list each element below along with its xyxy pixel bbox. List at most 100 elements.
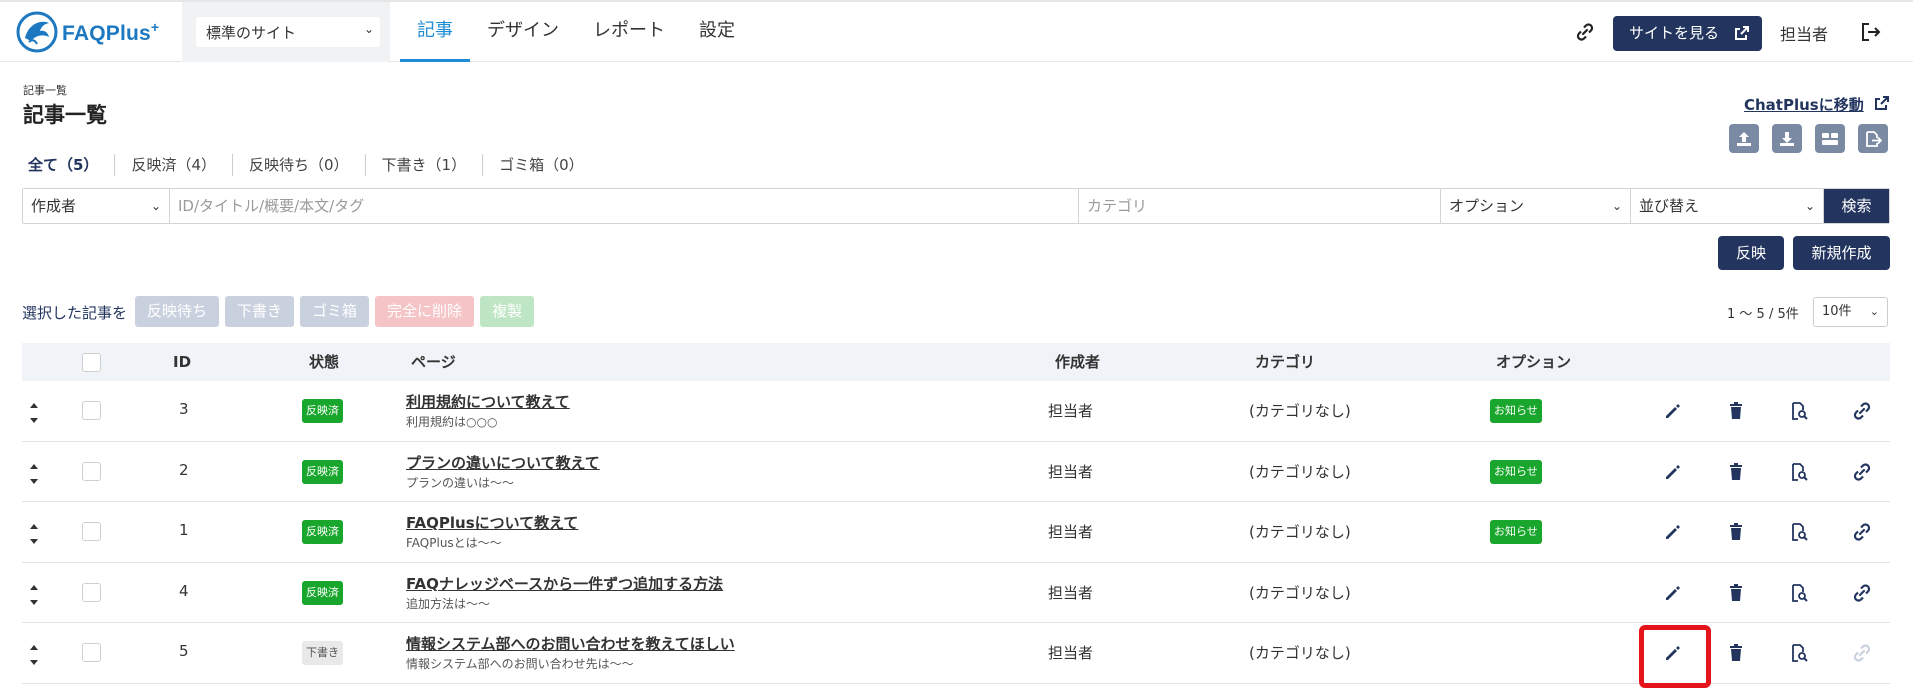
site-select[interactable]: 標準のサイト ⌄ <box>196 17 380 47</box>
trash-icon[interactable] <box>1726 583 1746 603</box>
trash-icon[interactable] <box>1726 643 1746 663</box>
publish-button[interactable]: 反映 <box>1718 236 1784 270</box>
header-category[interactable]: カテゴリ <box>1255 343 1315 381</box>
article-summary: 追加方法は～～ <box>406 596 491 611</box>
nav-design[interactable]: デザイン <box>470 2 576 62</box>
article-title-link[interactable]: FAQナレッジベースから一件ずつ追加する方法 <box>406 573 723 594</box>
tab-all[interactable]: 全て（5） <box>22 154 116 176</box>
table-row[interactable]: 2 反映済 プランの違いについて教えて プランの違いは～～ 担当者 (カテゴリな… <box>22 442 1890 502</box>
row-author: 担当者 <box>1048 523 1094 541</box>
table-row[interactable]: 4 反映済 FAQナレッジベースから一件ずつ追加する方法 追加方法は～～ 担当者… <box>22 563 1890 623</box>
logout-icon[interactable] <box>1860 21 1882 43</box>
article-title-link[interactable]: 情報システム部へのお問い合わせを教えてほしい <box>406 633 735 654</box>
sort-icon[interactable] <box>28 402 40 424</box>
sort-icon[interactable] <box>28 644 40 666</box>
preview-icon[interactable] <box>1789 522 1809 542</box>
header-id[interactable]: ID <box>173 343 191 381</box>
sort-icon[interactable] <box>28 463 40 485</box>
sort-select[interactable]: 並び替え ⌄ <box>1631 189 1824 223</box>
edit-icon[interactable] <box>1663 583 1683 603</box>
header-status[interactable]: 状態 <box>309 343 339 381</box>
bulk-actions: 反映待ち 下書き ゴミ箱 完全に削除 複製 <box>135 296 535 327</box>
trash-icon[interactable] <box>1726 462 1746 482</box>
external-link-icon[interactable] <box>1874 95 1890 111</box>
edit-icon[interactable] <box>1663 522 1683 542</box>
copy-link-icon[interactable] <box>1852 462 1872 482</box>
row-checkbox[interactable] <box>82 401 101 420</box>
status-tabs: 全て（5） 反映済（4） 反映待ち（0） 下書き（1） ゴミ箱（0） <box>22 154 609 176</box>
edit-icon[interactable] <box>1663 462 1683 482</box>
article-summary: 利用規約は○○○ <box>406 415 498 429</box>
main-nav: 記事 デザイン レポート 設定 <box>400 2 752 62</box>
nav-report[interactable]: レポート <box>576 2 682 62</box>
article-title-link[interactable]: プランの違いについて教えて <box>406 452 600 473</box>
app-header: FAQPlus+ 標準のサイト ⌄ 記事 デザイン レポート 設定 サイトを見る… <box>0 0 1913 62</box>
copy-link-icon[interactable] <box>1852 522 1872 542</box>
export-button[interactable] <box>1858 124 1888 153</box>
keyword-input[interactable]: ID/タイトル/概要/本文/タグ <box>170 189 1079 223</box>
row-author: 担当者 <box>1048 462 1094 481</box>
highlight-box <box>1639 625 1711 688</box>
tab-draft[interactable]: 下書き（1） <box>375 154 484 176</box>
trash-icon[interactable] <box>1726 401 1746 421</box>
row-checkbox[interactable] <box>82 522 101 541</box>
tab-published[interactable]: 反映済（4） <box>124 154 233 176</box>
chatplus-link[interactable]: ChatPlusに移動 <box>1744 94 1864 115</box>
pagination-summary: 1 ～ 5 / 5件 <box>1727 307 1799 322</box>
article-title-link[interactable]: FAQPlusについて教えて <box>406 512 578 533</box>
preview-icon[interactable] <box>1789 643 1809 663</box>
nav-articles[interactable]: 記事 <box>400 2 470 62</box>
header-author[interactable]: 作成者 <box>1055 343 1100 381</box>
table-body: 3 反映済 利用規約について教えて 利用規約は○○○ 担当者 (カテゴリなし) … <box>22 381 1890 684</box>
category-input[interactable]: カテゴリ <box>1079 189 1441 223</box>
bulk-trash-button[interactable]: ゴミ箱 <box>300 296 370 327</box>
bulk-draft-button[interactable]: 下書き <box>225 296 295 327</box>
preview-icon[interactable] <box>1789 583 1809 603</box>
edit-icon[interactable] <box>1663 401 1683 421</box>
search-button[interactable]: 検索 <box>1824 189 1889 223</box>
table-row[interactable]: 3 反映済 利用規約について教えて 利用規約は○○○ 担当者 (カテゴリなし) … <box>22 381 1890 442</box>
tab-trash[interactable]: ゴミ箱（0） <box>492 154 600 176</box>
upload-button[interactable] <box>1729 124 1759 153</box>
sort-icon[interactable] <box>28 523 40 545</box>
sort-icon[interactable] <box>28 584 40 606</box>
logo-text: FAQPlus+ <box>62 18 160 45</box>
view-site-button[interactable]: サイトを見る <box>1613 16 1762 51</box>
row-checkbox[interactable] <box>82 461 101 481</box>
table-row[interactable]: 5 下書き 情報システム部へのお問い合わせを教えてほしい 情報システム部へのお問… <box>22 623 1890 684</box>
download-button[interactable] <box>1772 124 1802 153</box>
trash-icon[interactable] <box>1726 522 1746 542</box>
per-page-select[interactable]: 10件 ⌄ <box>1813 297 1888 327</box>
bulk-duplicate-button[interactable]: 複製 <box>480 296 535 327</box>
nav-settings[interactable]: 設定 <box>682 2 752 62</box>
row-id: 5 <box>179 642 189 660</box>
breadcrumb[interactable]: 記事一覧 <box>23 82 67 98</box>
faqplus-logo[interactable]: FAQPlus+ <box>16 10 159 54</box>
table-row[interactable]: 1 反映済 FAQPlusについて教えて FAQPlusとは～～ 担当者 (カテ… <box>22 502 1890 563</box>
option-select[interactable]: オプション ⌄ <box>1441 189 1631 223</box>
bulk-pending-button[interactable]: 反映待ち <box>135 296 220 327</box>
layout-button[interactable] <box>1815 124 1845 153</box>
new-article-button[interactable]: 新規作成 <box>1793 236 1890 270</box>
preview-icon[interactable] <box>1789 401 1809 421</box>
row-checkbox[interactable] <box>82 643 101 662</box>
status-badge: 反映済 <box>302 580 343 605</box>
header-page[interactable]: ページ <box>411 343 456 381</box>
tab-pending[interactable]: 反映待ち（0） <box>242 154 366 176</box>
copy-link-icon <box>1853 644 1871 662</box>
user-name[interactable]: 担当者 <box>1780 21 1828 45</box>
bulk-delete-button[interactable]: 完全に削除 <box>375 296 475 327</box>
copy-link-icon[interactable] <box>1852 583 1872 603</box>
row-category: (カテゴリなし) <box>1249 462 1351 481</box>
row-author: 担当者 <box>1048 583 1094 602</box>
select-all-checkbox[interactable] <box>82 353 101 372</box>
link-icon[interactable] <box>1574 21 1596 43</box>
preview-icon[interactable] <box>1789 462 1809 482</box>
status-badge: 反映済 <box>302 459 343 484</box>
row-checkbox[interactable] <box>82 582 101 602</box>
article-title-link[interactable]: 利用規約について教えて <box>406 391 570 412</box>
author-select[interactable]: 作成者 ⌄ <box>23 189 170 223</box>
copy-link-icon[interactable] <box>1852 401 1872 421</box>
header-option[interactable]: オプション <box>1496 343 1571 381</box>
dolphin-logo-icon <box>16 11 58 53</box>
